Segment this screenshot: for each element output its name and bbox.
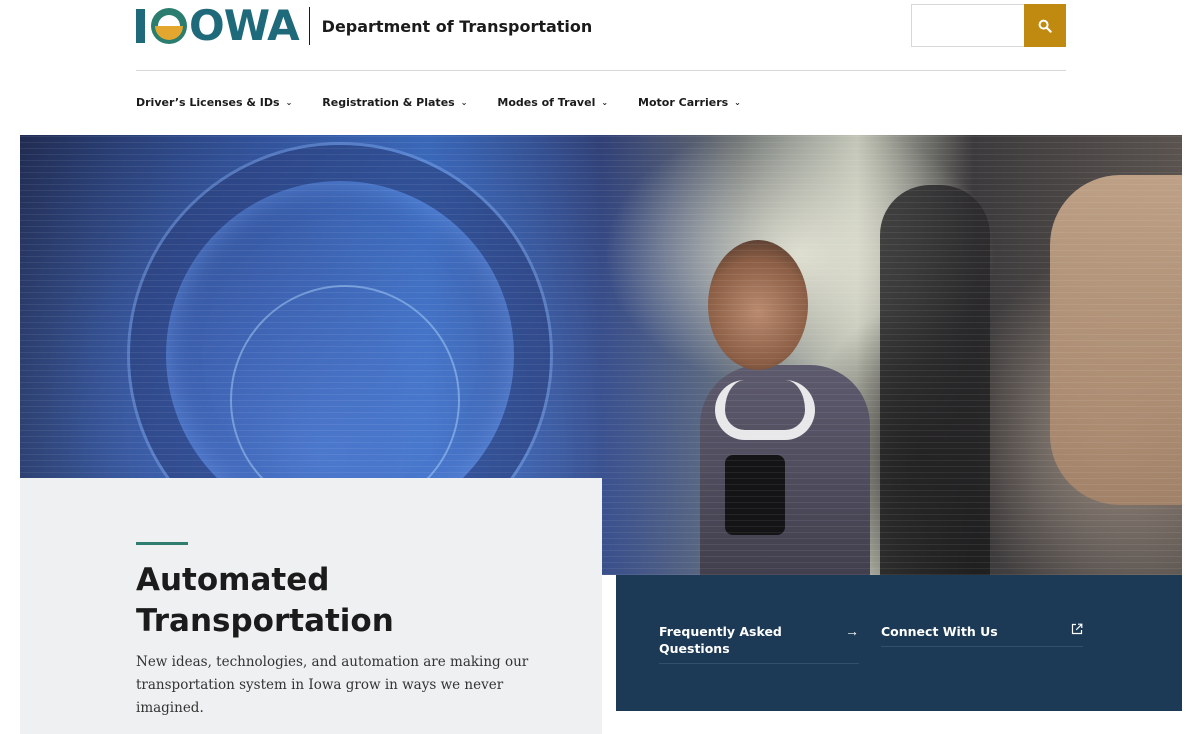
department-name: Department of Transportation bbox=[321, 16, 593, 36]
chevron-down-icon: ⌄ bbox=[734, 98, 741, 107]
faq-link-label: Frequently Asked Questions bbox=[659, 624, 782, 656]
main-nav: Driver’s Licenses & IDs ⌄ Registration &… bbox=[136, 96, 771, 109]
chevron-down-icon: ⌄ bbox=[285, 98, 293, 107]
logo-sun-icon bbox=[151, 8, 187, 44]
nav-item-motor-carriers[interactable]: Motor Carriers ⌄ bbox=[638, 96, 741, 109]
nav-item-label: Registration & Plates bbox=[322, 96, 455, 109]
external-link-icon bbox=[1071, 623, 1083, 635]
search-form bbox=[911, 4, 1066, 47]
nav-item-label: Modes of Travel bbox=[497, 96, 596, 109]
chevron-down-icon: ⌄ bbox=[460, 98, 468, 107]
logo-letter-i bbox=[136, 9, 145, 43]
hero-content-card: Automated Transportation New ideas, tech… bbox=[20, 478, 602, 734]
chevron-down-icon: ⌄ bbox=[601, 98, 609, 107]
faq-link[interactable]: Frequently Asked Questions → bbox=[659, 623, 859, 664]
nav-item-label: Motor Carriers bbox=[638, 96, 729, 109]
search-icon bbox=[1038, 19, 1052, 33]
header-divider bbox=[136, 70, 1066, 71]
site-header: OWA Department of Transportation Driver’… bbox=[0, 0, 1191, 135]
search-button[interactable] bbox=[1024, 4, 1066, 47]
iowa-wordmark: OWA bbox=[136, 1, 300, 50]
arrow-right-icon: → bbox=[845, 623, 859, 639]
nav-item-modes-of-travel[interactable]: Modes of Travel ⌄ bbox=[497, 96, 608, 109]
search-input[interactable] bbox=[911, 4, 1024, 47]
logo-divider bbox=[308, 7, 310, 45]
page-title: Automated Transportation bbox=[136, 562, 394, 639]
connect-link-label: Connect With Us bbox=[881, 624, 998, 639]
quick-links-panel: Frequently Asked Questions → Connect Wit… bbox=[616, 575, 1182, 711]
iowa-dot-logo[interactable]: OWA Department of Transportation bbox=[136, 1, 593, 50]
logo-letters: OWA bbox=[189, 1, 300, 50]
nav-item-registration-plates[interactable]: Registration & Plates ⌄ bbox=[322, 96, 467, 109]
nav-item-label: Driver’s Licenses & IDs bbox=[136, 96, 280, 109]
nav-item-drivers-licenses[interactable]: Driver’s Licenses & IDs ⌄ bbox=[136, 96, 292, 109]
title-accent-bar bbox=[136, 542, 188, 545]
connect-with-us-link[interactable]: Connect With Us bbox=[881, 623, 1083, 647]
page-description: New ideas, technologies, and automation … bbox=[136, 654, 529, 716]
